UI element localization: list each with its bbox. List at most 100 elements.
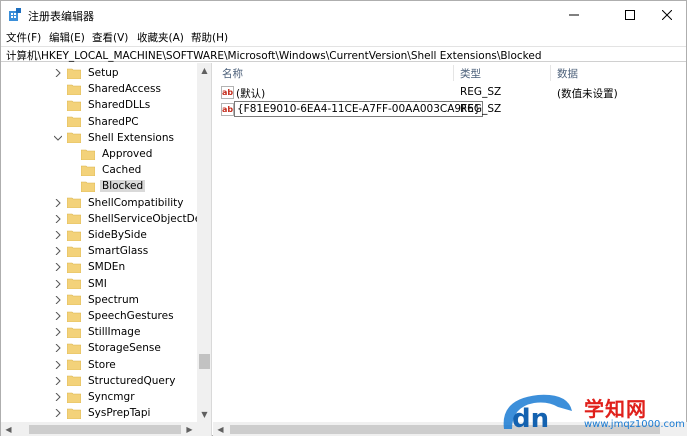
value-row[interactable]: ab {F81E9010-6EA4-11CE-A7FF-00AA003CA9F6… — [213, 101, 687, 119]
folder-icon — [66, 68, 82, 79]
chevron-right-icon[interactable] — [53, 65, 63, 81]
chevron-right-icon[interactable] — [53, 276, 63, 292]
folder-icon — [66, 84, 82, 95]
chevron-right-icon[interactable] — [53, 259, 63, 275]
tree-item-label: Cached — [102, 164, 142, 177]
tree-item[interactable]: StructuredQuery — [53, 373, 177, 389]
menu-edit[interactable]: 编辑(E) — [49, 30, 85, 45]
chevron-down-icon[interactable] — [53, 130, 63, 146]
tree-item[interactable]: SharedPC — [53, 114, 141, 130]
tree-item-label: SMI — [88, 277, 107, 290]
scroll-down-icon[interactable]: ▼ — [197, 407, 211, 422]
tree-item[interactable]: Store — [53, 357, 118, 373]
tree-item[interactable]: SideBySide — [53, 227, 149, 243]
tree-item-label: Spectrum — [88, 293, 139, 306]
tree-item-label: Syncmgr — [88, 391, 135, 403]
chevron-right-icon[interactable] — [53, 324, 63, 340]
menu-favorites[interactable]: 收藏夹(A) — [137, 30, 184, 45]
column-header-data[interactable]: 数据 — [557, 66, 578, 81]
tree-item[interactable]: Shell Extensions — [53, 130, 176, 146]
menu-help[interactable]: 帮助(H) — [191, 30, 228, 45]
scroll-left-icon[interactable]: ◀ — [1, 422, 16, 436]
tree-item[interactable]: Approved — [67, 146, 154, 162]
folder-icon — [66, 392, 82, 403]
value-name-edit-field[interactable]: {F81E9010-6EA4-11CE-A7FF-00AA003CA9F6} — [234, 101, 484, 117]
chevron-right-icon[interactable] — [53, 373, 63, 389]
string-value-icon: ab — [221, 86, 234, 99]
tree-item[interactable]: SysPrepTapi — [53, 405, 152, 421]
chevron-right-icon[interactable] — [53, 227, 63, 243]
tree-item[interactable]: SharedDLLs — [53, 97, 152, 113]
tree-item[interactable]: ShellCompatibility — [53, 195, 185, 211]
tree-item-label: StillImage — [88, 326, 141, 339]
folder-icon — [66, 262, 82, 274]
chevron-right-icon[interactable] — [53, 405, 63, 421]
tree-item[interactable]: SmartGlass — [53, 243, 150, 259]
chevron-right-icon[interactable] — [53, 195, 63, 211]
watermark-logo-icon: dn — [503, 394, 572, 433]
chevron-right-icon[interactable] — [53, 389, 63, 405]
tree-item[interactable]: SMDEn — [53, 259, 127, 275]
menu-view[interactable]: 查看(V) — [92, 30, 128, 45]
address-bar[interactable]: 计算机\HKEY_LOCAL_MACHINE\SOFTWARE\Microsof… — [1, 46, 686, 62]
scroll-up-icon[interactable]: ▲ — [197, 63, 211, 78]
tree-item[interactable]: Spectrum — [53, 292, 141, 308]
scroll-right-icon[interactable]: ▶ — [182, 422, 197, 436]
chevron-right-icon[interactable] — [53, 292, 63, 308]
chevron-right-icon[interactable] — [53, 308, 63, 324]
chevron-right-icon[interactable] — [53, 211, 63, 227]
folder-icon — [66, 132, 82, 144]
scroll-left-icon[interactable]: ◀ — [213, 422, 228, 436]
column-header-type[interactable]: 类型 — [460, 66, 481, 81]
folder-icon — [66, 311, 82, 322]
folder-icon — [66, 278, 82, 290]
tree-item-label: Store — [88, 358, 116, 371]
close-button[interactable] — [644, 1, 687, 29]
tree-item[interactable]: StorageSense — [53, 340, 163, 356]
column-divider[interactable] — [550, 65, 551, 81]
column-divider[interactable] — [453, 65, 454, 81]
minimize-button[interactable] — [551, 1, 597, 29]
tree-item[interactable]: StillImage — [53, 324, 142, 340]
tree-vertical-scroll-thumb[interactable] — [199, 354, 210, 369]
folder-icon — [66, 100, 82, 112]
column-header-name[interactable]: 名称 — [222, 66, 243, 81]
chevron-right-icon[interactable] — [53, 243, 63, 259]
tree-item-label: ShellCompatibility — [88, 196, 184, 209]
tree-item[interactable]: SMI — [53, 276, 109, 292]
key-tree-pane: Setup SharedAccess SharedDLLs SharedPC Shell… — [1, 63, 212, 436]
folder-icon — [66, 294, 82, 306]
tree-item[interactable]: Syncmgr — [53, 389, 137, 405]
tree-item[interactable]: Cached — [67, 162, 143, 178]
tree-item[interactable]: ShellServiceObjectDelayL — [53, 211, 197, 227]
tree-vertical-scrollbar[interactable]: ▲ ▼ — [197, 63, 211, 422]
value-row[interactable]: ab (默认) REG_SZ (数值未设置) — [213, 84, 687, 102]
menu-file[interactable]: 文件(F) — [6, 30, 41, 45]
tree-item[interactable]: Blocked — [67, 178, 146, 194]
folder-icon — [80, 181, 96, 193]
menu-bar: 文件(F) 编辑(E) 查看(V) 收藏夹(A) 帮助(H) — [1, 29, 686, 46]
tree-item-label: SMDEn — [88, 261, 126, 274]
tree-item-label: Shell Extensions — [88, 131, 174, 144]
value-type: REG_SZ — [460, 86, 502, 98]
tree-item[interactable]: SharedAccess — [53, 81, 163, 97]
chevron-right-icon[interactable] — [53, 357, 63, 373]
tree-horizontal-scroll-thumb[interactable] — [29, 425, 181, 434]
tree-item[interactable]: SpeechGestures — [53, 308, 176, 324]
tree-item-label: SharedDLLs — [88, 99, 151, 112]
chevron-right-icon[interactable] — [53, 340, 63, 356]
tree-item-label: SideBySide — [88, 229, 147, 241]
folder-icon — [66, 343, 82, 355]
site-watermark: dn 学知网 www.jmqz1000.com — [498, 391, 687, 436]
svg-text:dn: dn — [512, 404, 549, 433]
folder-icon — [66, 116, 82, 128]
registry-editor-window: 注册表编辑器 文件(F) 编辑(E) 查看(V) 收藏夹(A) 帮助(H) 计算… — [0, 0, 687, 436]
registry-editor-icon — [8, 8, 22, 22]
tree-horizontal-scrollbar[interactable]: ◀ ▶ — [1, 422, 211, 436]
folder-icon — [66, 213, 82, 225]
tree-item[interactable]: Setup — [53, 65, 121, 81]
folder-icon — [66, 408, 82, 419]
watermark-url: www.jmqz1000.com — [584, 419, 685, 430]
tree-item-label: SysPrepTapi — [88, 407, 151, 420]
